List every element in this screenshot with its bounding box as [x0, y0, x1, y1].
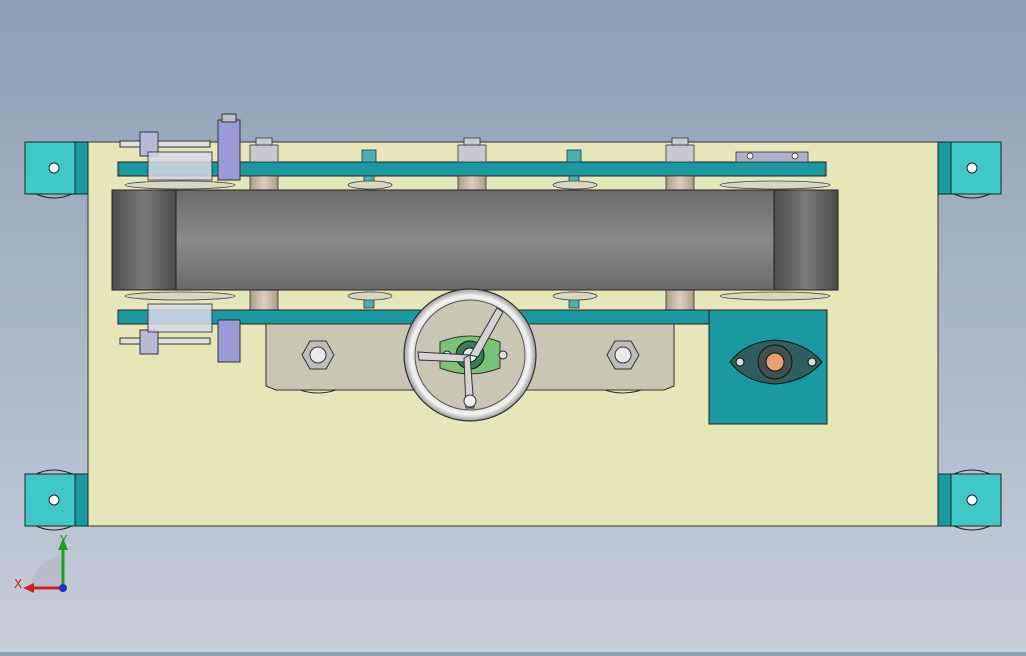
- cad-viewport[interactable]: Y X: [0, 0, 1026, 652]
- tensioner-parts-right: [735, 151, 809, 163]
- caster-bracket-top-left: [24, 141, 89, 199]
- caster-bracket-bottom-right: [937, 469, 1002, 531]
- guide-post: [217, 119, 241, 181]
- drive-pulley-right: [773, 189, 839, 291]
- y-axis-label: Y: [59, 533, 68, 547]
- x-axis-label: X: [14, 577, 22, 591]
- coordinate-triad: Y X: [14, 533, 68, 593]
- guide-post-cap: [221, 113, 237, 123]
- handwheel: [403, 288, 537, 422]
- model-drawing: Y X: [14, 113, 1002, 593]
- drive-pulley-left: [111, 189, 177, 291]
- caster-bracket-bottom-left: [24, 469, 89, 531]
- conveyor-belt: [111, 189, 839, 291]
- guide-post-lower: [217, 319, 241, 363]
- caster-bracket-top-right: [937, 141, 1002, 199]
